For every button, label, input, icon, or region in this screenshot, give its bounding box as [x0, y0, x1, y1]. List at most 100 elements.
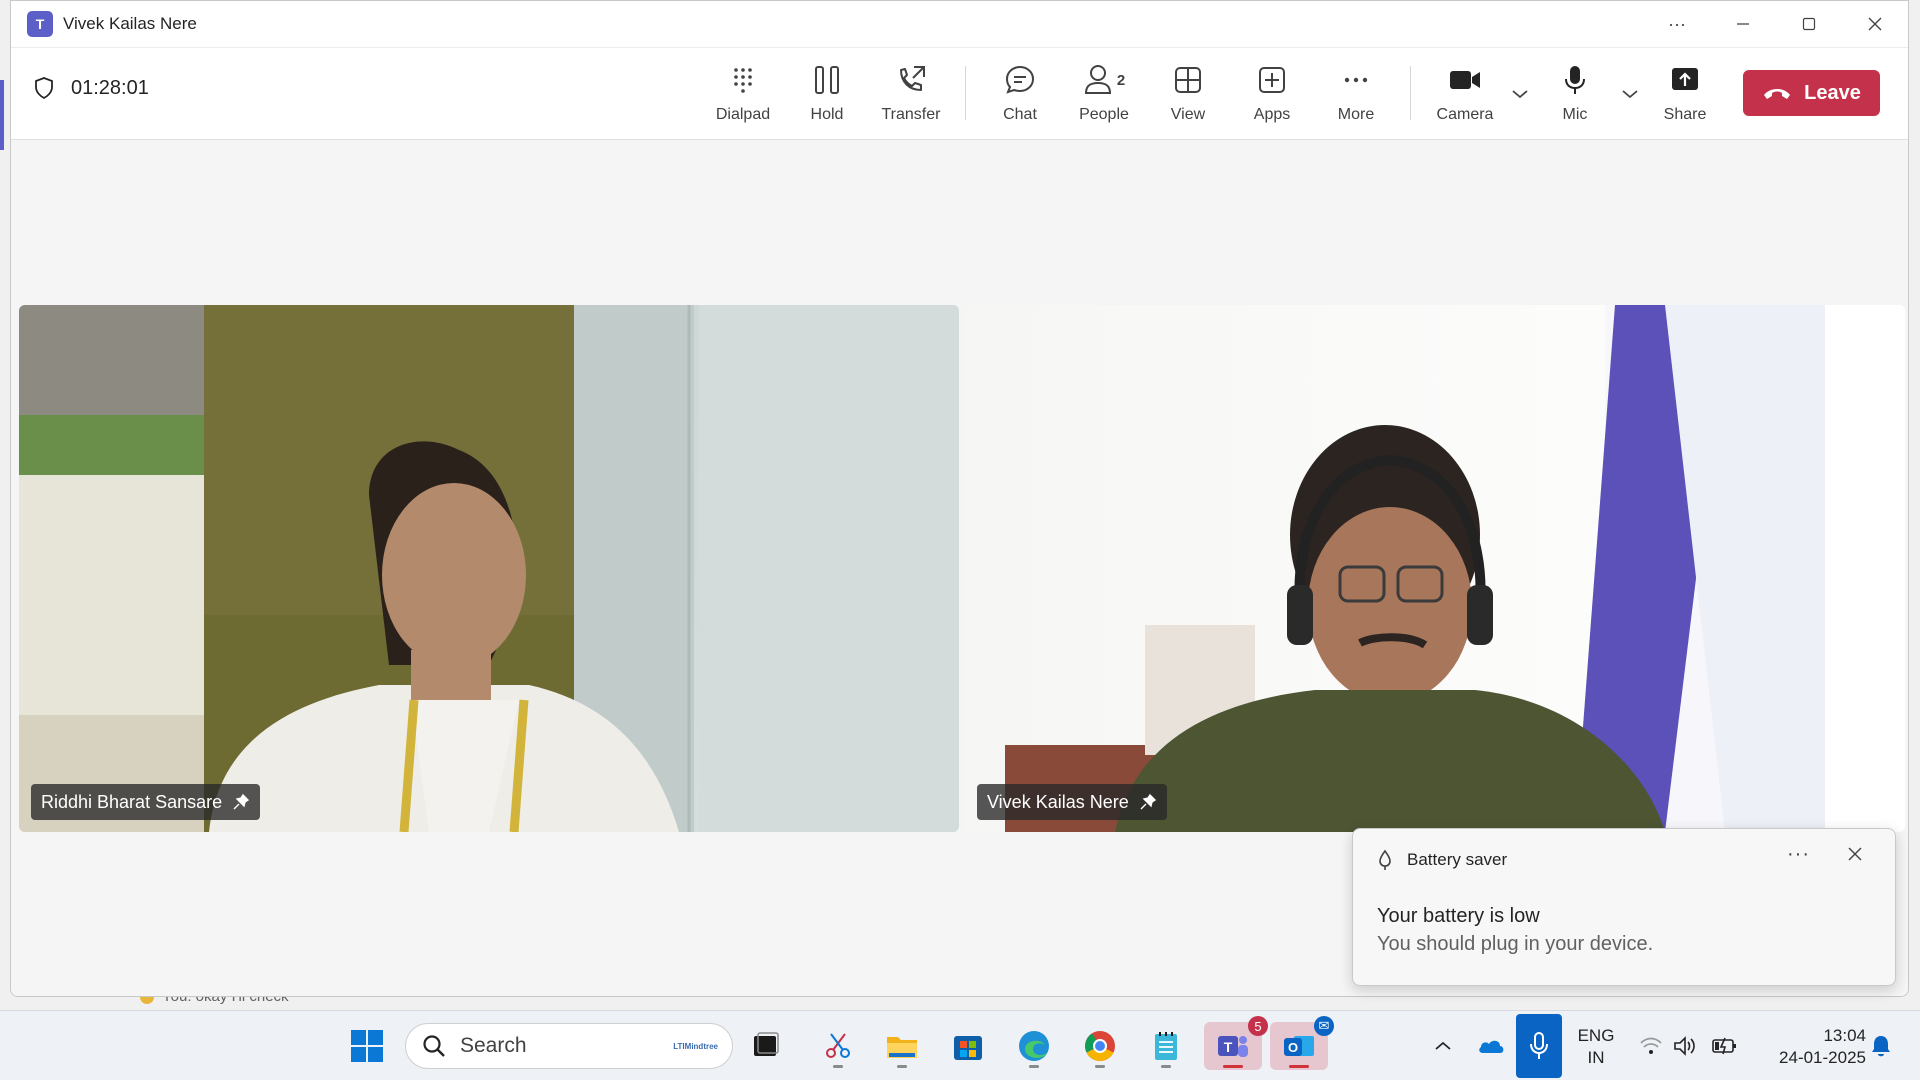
participant-name-tag: Riddhi Bharat Sansare [31, 784, 261, 820]
transfer-label: Transfer [881, 106, 941, 123]
notification-app-name: Battery saver [1407, 850, 1508, 869]
window-title: Vivek Kailas Nere [63, 14, 197, 33]
chat-label: Chat [1003, 106, 1037, 123]
participant-video-tile[interactable]: Vivek Kailas Nere [965, 305, 1905, 832]
participant-video-tile[interactable]: Riddhi Bharat Sansare [19, 305, 959, 832]
grid-view-icon [1175, 67, 1201, 93]
people-icon [1084, 65, 1111, 94]
clock-time: 13:04 [1823, 1026, 1866, 1045]
speaker-icon [1674, 1036, 1695, 1056]
people-count: 2 [1116, 71, 1126, 89]
notification-more-button[interactable]: ··· [1787, 843, 1810, 866]
mic-options-button[interactable] [1617, 48, 1643, 140]
leave-button[interactable]: Leave [1743, 70, 1880, 116]
participant-video-feed [19, 305, 959, 832]
microphone-icon [1530, 1032, 1548, 1059]
share-label: Share [1663, 106, 1707, 123]
maximize-icon [1802, 17, 1816, 31]
microphone-in-use-button[interactable] [1516, 1014, 1562, 1078]
svg-text:T: T [1224, 1039, 1233, 1055]
onedrive-tray-button[interactable] [1474, 1011, 1508, 1080]
share-screen-icon [1672, 68, 1698, 90]
view-label: View [1170, 106, 1206, 123]
chat-button[interactable]: Chat [978, 48, 1062, 140]
maximize-button[interactable] [1776, 1, 1842, 48]
active-indicator [1223, 1065, 1243, 1068]
task-view-button[interactable] [742, 1022, 790, 1070]
notification-close-button[interactable] [1847, 845, 1863, 868]
region-code: IN [1587, 1048, 1605, 1067]
view-button[interactable]: View [1146, 48, 1230, 140]
microphone-icon [1565, 66, 1585, 94]
start-button[interactable] [343, 1022, 391, 1070]
camera-label: Camera [1436, 106, 1494, 123]
apps-label: Apps [1253, 106, 1291, 123]
window-more-button[interactable]: ··· [1644, 1, 1710, 48]
more-icon [1344, 77, 1368, 83]
file-explorer-button[interactable] [878, 1022, 926, 1070]
search-placeholder: Search [460, 1034, 527, 1057]
close-icon [1868, 17, 1882, 31]
participant-name: Riddhi Bharat Sansare [41, 791, 223, 812]
dialpad-button[interactable]: Dialpad [701, 48, 785, 140]
show-hidden-icons-button[interactable] [1428, 1011, 1458, 1080]
more-button[interactable]: More [1314, 48, 1398, 140]
hold-button[interactable]: Hold [785, 48, 869, 140]
running-indicator [897, 1065, 907, 1068]
outlook-mail-badge: ✉ [1314, 1016, 1334, 1036]
pin-icon[interactable] [1139, 793, 1157, 811]
share-button[interactable]: Share [1643, 48, 1727, 140]
running-indicator [833, 1065, 843, 1068]
close-icon [1848, 847, 1862, 861]
input-language-indicator[interactable]: ENG IN [1570, 1025, 1622, 1069]
notepad-button[interactable] [1142, 1022, 1190, 1070]
battery-button[interactable] [1708, 1011, 1742, 1080]
background-nav-indicator [0, 80, 4, 150]
svg-text:O: O [1288, 1040, 1298, 1055]
dialpad-label: Dialpad [715, 106, 771, 123]
folder-icon [887, 1037, 917, 1058]
chrome-icon [1085, 1031, 1115, 1061]
call-info: 01:28:01 [33, 76, 149, 100]
mic-button[interactable]: Mic [1533, 48, 1617, 140]
apps-button[interactable]: Apps [1230, 48, 1314, 140]
hang-up-icon [1764, 89, 1791, 99]
notifications-button[interactable] [1866, 1011, 1896, 1080]
call-toolbar: 01:28:01 Dialpad Hold Transfer Chat 2 Pe… [11, 48, 1908, 140]
volume-button[interactable] [1670, 1011, 1700, 1080]
edge-icon [1019, 1031, 1049, 1061]
chevron-down-icon [1622, 90, 1638, 99]
notepad-icon [1155, 1032, 1177, 1060]
search-brand-logo: LTIMindtree [673, 1041, 718, 1051]
clock-date: 24-01-2025 [1779, 1048, 1866, 1067]
transfer-icon [900, 66, 925, 91]
people-button[interactable]: 2 People [1062, 48, 1146, 140]
chrome-browser-button[interactable] [1076, 1022, 1124, 1070]
transfer-button[interactable]: Transfer [869, 48, 953, 140]
outlook-taskbar-button[interactable]: O ✉ [1270, 1016, 1334, 1070]
chevron-up-icon [1435, 1041, 1451, 1050]
people-label: People [1079, 106, 1129, 123]
camera-button[interactable]: Camera [1423, 48, 1507, 140]
pin-icon[interactable] [232, 793, 250, 811]
snipping-tool-button[interactable] [814, 1022, 862, 1070]
shield-icon[interactable] [33, 76, 55, 100]
teams-taskbar-button[interactable]: T 5 [1204, 1016, 1268, 1070]
taskbar-search-box[interactable]: Search LTIMindtree [405, 1023, 733, 1069]
taskbar-clock[interactable]: 13:04 24-01-2025 [1756, 1025, 1866, 1069]
leave-label: Leave [1804, 81, 1861, 104]
participant-name-tag: Vivek Kailas Nere [977, 784, 1167, 820]
network-button[interactable] [1636, 1011, 1666, 1080]
chat-icon [1005, 65, 1035, 94]
minimize-button[interactable] [1710, 1, 1776, 48]
camera-options-button[interactable] [1507, 48, 1533, 140]
scissors-icon [826, 1033, 850, 1058]
windows-taskbar: Search LTIMindtree T 5 O ✉ ENG IN 13:04 … [0, 1010, 1920, 1080]
battery-low-icon [1712, 1037, 1736, 1055]
microsoft-store-button[interactable] [944, 1022, 992, 1070]
battery-saver-notification[interactable]: Battery saver ··· Your battery is low Yo… [1352, 828, 1896, 986]
close-button[interactable] [1842, 1, 1908, 48]
edge-browser-button[interactable] [1010, 1022, 1058, 1070]
participant-video-feed [965, 305, 1905, 832]
toolbar-divider [1410, 66, 1411, 120]
